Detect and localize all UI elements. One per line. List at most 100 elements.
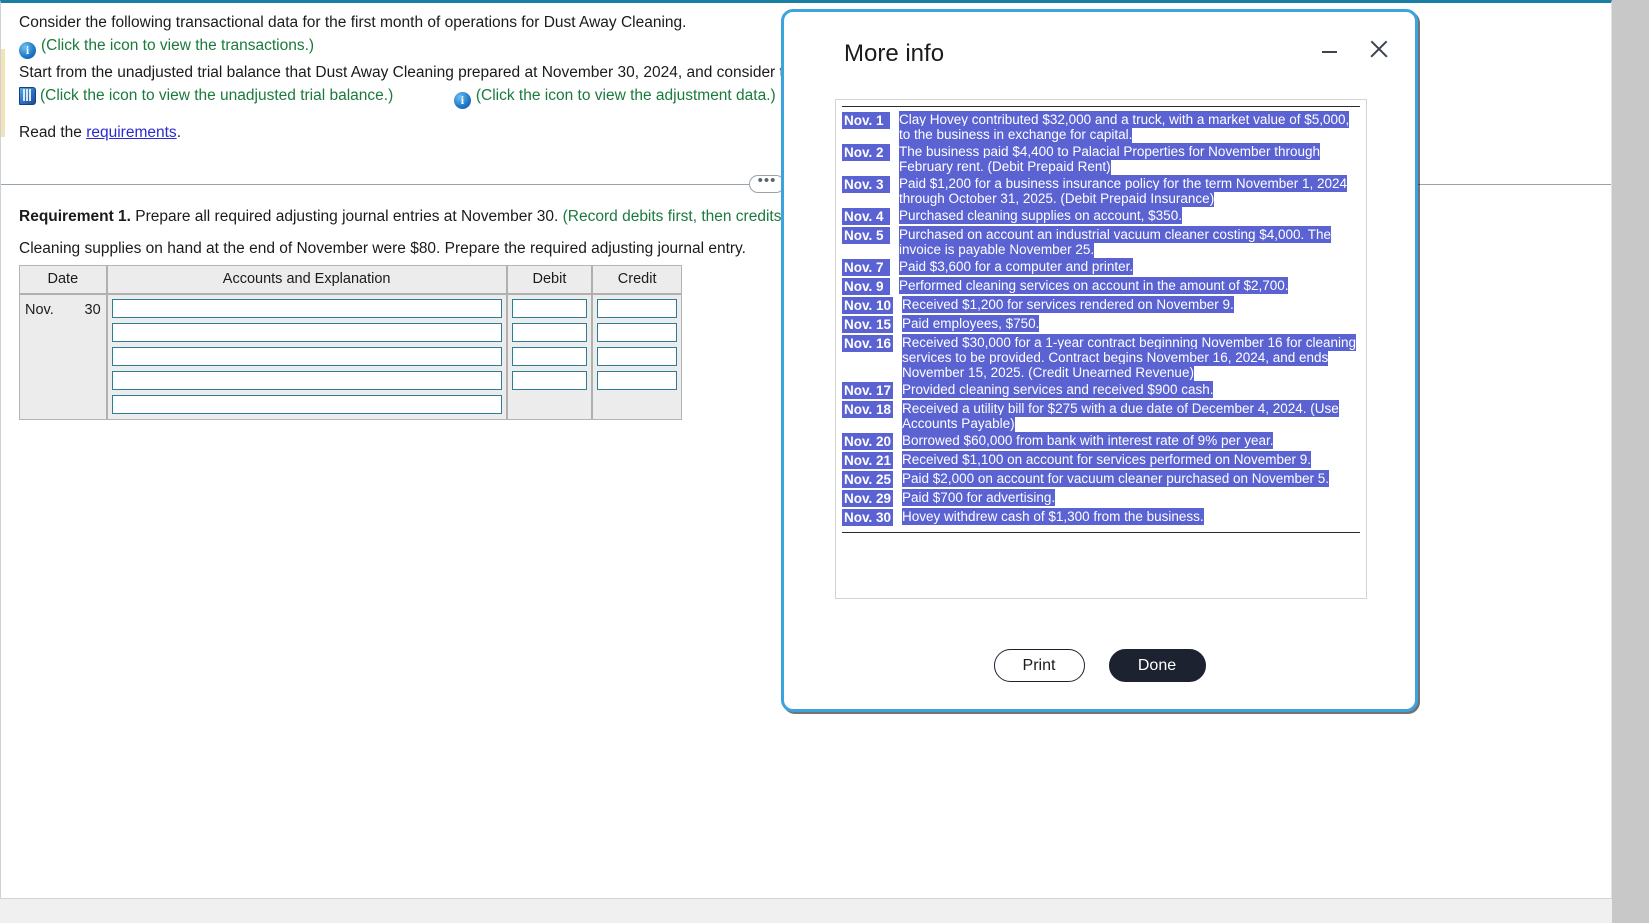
transaction-date: Nov. 18 <box>842 401 894 418</box>
transaction-date: Nov. 21 <box>842 452 894 469</box>
transaction-description: Purchased cleaning supplies on account, … <box>899 207 1182 224</box>
debit-input-1[interactable] <box>511 299 588 318</box>
transaction-description: Received $1,200 for services rendered on… <box>902 296 1234 313</box>
transactions-list-box: Nov. 1 Clay Hovey contributed $32,000 and… <box>835 99 1367 599</box>
transaction-description: Paid $700 for advertising. <box>902 489 1056 506</box>
transaction-date: Nov. 30 <box>842 509 894 526</box>
accounts-input-3[interactable] <box>111 347 502 366</box>
debit-input-2[interactable] <box>511 323 588 342</box>
transaction-description: Purchased on account an industrial vacuu… <box>899 226 1332 258</box>
transaction-row: Nov. 10 Received $1,200 for services rend… <box>842 296 1360 314</box>
transaction-row: Nov. 4 Purchased cleaning supplies on acc… <box>842 207 1360 225</box>
journal-accounts-cell <box>106 294 508 419</box>
transactions-list: Nov. 1 Clay Hovey contributed $32,000 and… <box>842 106 1360 533</box>
transaction-date: Nov. 4 <box>842 208 890 225</box>
read-suffix: . <box>176 124 181 141</box>
transaction-description: Clay Hovey contributed $32,000 and a tru… <box>899 111 1350 143</box>
transaction-description: The business paid $4,400 to Palacial Pro… <box>899 143 1320 175</box>
transaction-date: Nov. 15 <box>842 316 894 333</box>
transaction-date: Nov. 3 <box>842 176 890 193</box>
transaction-row: Nov. 3 Paid $1,200 for a business insuran… <box>842 175 1360 207</box>
credit-input-stack <box>593 295 681 390</box>
credit-input-2[interactable] <box>597 323 677 342</box>
debit-input-stack <box>508 295 592 390</box>
debit-input-3[interactable] <box>511 347 588 366</box>
print-button[interactable]: Print <box>993 649 1085 682</box>
dialog-title: More info <box>844 40 945 67</box>
transaction-row: Nov. 9 Performed cleaning services on acc… <box>842 277 1360 295</box>
debit-input-4[interactable] <box>511 371 588 390</box>
accounts-input-5[interactable] <box>111 395 502 414</box>
requirement-label: Requirement 1. <box>19 208 131 225</box>
accounts-input-1[interactable] <box>111 299 502 318</box>
transaction-date: Nov. 2 <box>842 144 890 161</box>
transaction-date: Nov. 10 <box>842 297 894 314</box>
adjustment-hint-label: (Click the icon to view the adjustment d… <box>475 87 776 104</box>
transaction-description: Borrowed $60,000 from bank with interest… <box>902 432 1274 449</box>
transaction-description: Paid $2,000 on account for vacuum cleane… <box>902 470 1330 487</box>
transaction-row: Nov. 25 Paid $2,000 on account for vacuum… <box>842 470 1360 488</box>
screen: Consider the following transactional dat… <box>0 0 1649 923</box>
transaction-description: Received a utility bill for $275 with a … <box>902 400 1339 432</box>
worksheet-bottom-strip <box>0 898 1612 923</box>
transaction-row: Nov. 1 Clay Hovey contributed $32,000 and… <box>842 111 1360 143</box>
transaction-date: Nov. 29 <box>842 490 894 507</box>
journal-entry-table: Date Accounts and Explanation Debit Cred… <box>19 265 682 420</box>
column-header-accounts: Accounts and Explanation <box>106 266 508 295</box>
transaction-description: Paid $1,200 for a business insurance pol… <box>899 175 1347 207</box>
credit-input-4[interactable] <box>597 371 677 390</box>
transaction-description: Received $1,100 on account for services … <box>902 451 1311 468</box>
transaction-date: Nov. 1 <box>842 112 890 129</box>
transaction-row: Nov. 15 Paid employees, $750. <box>842 315 1360 333</box>
transaction-row: Nov. 18 Received a utility bill for $275 … <box>842 400 1360 432</box>
divider-ellipsis-button[interactable]: ••• <box>749 173 785 193</box>
info-icon-adjustment-data[interactable]: i <box>453 92 471 109</box>
transaction-date: Nov. 9 <box>842 278 890 295</box>
transaction-date: Nov. 20 <box>842 433 894 450</box>
date-cell-inner: Nov. 30 <box>20 295 106 413</box>
transaction-row: Nov. 7 Paid $3,600 for a computer and pri… <box>842 258 1360 276</box>
more-info-dialog: More info Nov. 1 Clay Hovey contributed $… <box>781 9 1418 712</box>
transaction-description: Paid employees, $750. <box>902 315 1040 332</box>
accounts-input-stack <box>108 295 506 414</box>
minimize-icon[interactable] <box>1319 40 1341 62</box>
transaction-description: Provided cleaning services and received … <box>902 381 1214 398</box>
transaction-description: Received $30,000 for a 1-year contract b… <box>902 334 1357 381</box>
transaction-date: Nov. 25 <box>842 471 894 488</box>
transaction-description: Paid $3,600 for a computer and printer. <box>899 258 1134 275</box>
journal-date-cell: Nov. 30 <box>20 294 108 419</box>
transactions-hint-label: (Click the icon to view the transactions… <box>41 37 315 54</box>
credit-input-1[interactable] <box>597 299 677 318</box>
transaction-row: Nov. 16 Received $30,000 for a 1-year con… <box>842 334 1360 381</box>
close-icon[interactable] <box>1366 36 1392 62</box>
transaction-date: Nov. 17 <box>842 382 894 399</box>
info-icon-transactions[interactable]: i <box>19 42 36 59</box>
date-month: Nov. <box>25 302 54 318</box>
transaction-description: Hovey withdrew cash of $1,300 from the b… <box>902 508 1204 525</box>
done-button[interactable]: Done <box>1108 649 1206 682</box>
column-header-credit: Credit <box>592 266 681 295</box>
read-prefix: Read the <box>19 124 87 141</box>
accounts-input-4[interactable] <box>111 371 502 390</box>
accounts-input-2[interactable] <box>111 323 502 342</box>
transaction-row: Nov. 5 Purchased on account an industrial… <box>842 226 1360 258</box>
transaction-row: Nov. 21 Received $1,100 on account for se… <box>842 451 1360 469</box>
requirements-link[interactable]: requirements <box>86 124 176 141</box>
transaction-date: Nov. 16 <box>842 335 894 352</box>
column-header-debit: Debit <box>506 266 594 295</box>
dialog-actions: Print Done <box>784 649 1415 682</box>
date-day: 30 <box>84 302 101 318</box>
transaction-row: Nov. 2 The business paid $4,400 to Palaci… <box>842 143 1360 175</box>
transaction-row: Nov. 30 Hovey withdrew cash of $1,300 fro… <box>842 508 1360 526</box>
trial-balance-hint-label: (Click the icon to view the unadjusted t… <box>40 87 394 104</box>
credit-input-3[interactable] <box>597 347 677 366</box>
transaction-date: Nov. 7 <box>842 259 890 276</box>
transaction-row: Nov. 20 Borrowed $60,000 from bank with i… <box>842 432 1360 450</box>
journal-entry-row: Nov. 30 <box>20 294 681 419</box>
journal-debit-cell <box>506 294 594 419</box>
journal-credit-cell <box>592 294 681 419</box>
book-icon-trial-balance[interactable] <box>19 87 36 105</box>
transaction-date: Nov. 5 <box>842 227 890 244</box>
transaction-description: Performed cleaning services on account i… <box>899 277 1289 294</box>
left-accent-bar <box>1 49 5 137</box>
